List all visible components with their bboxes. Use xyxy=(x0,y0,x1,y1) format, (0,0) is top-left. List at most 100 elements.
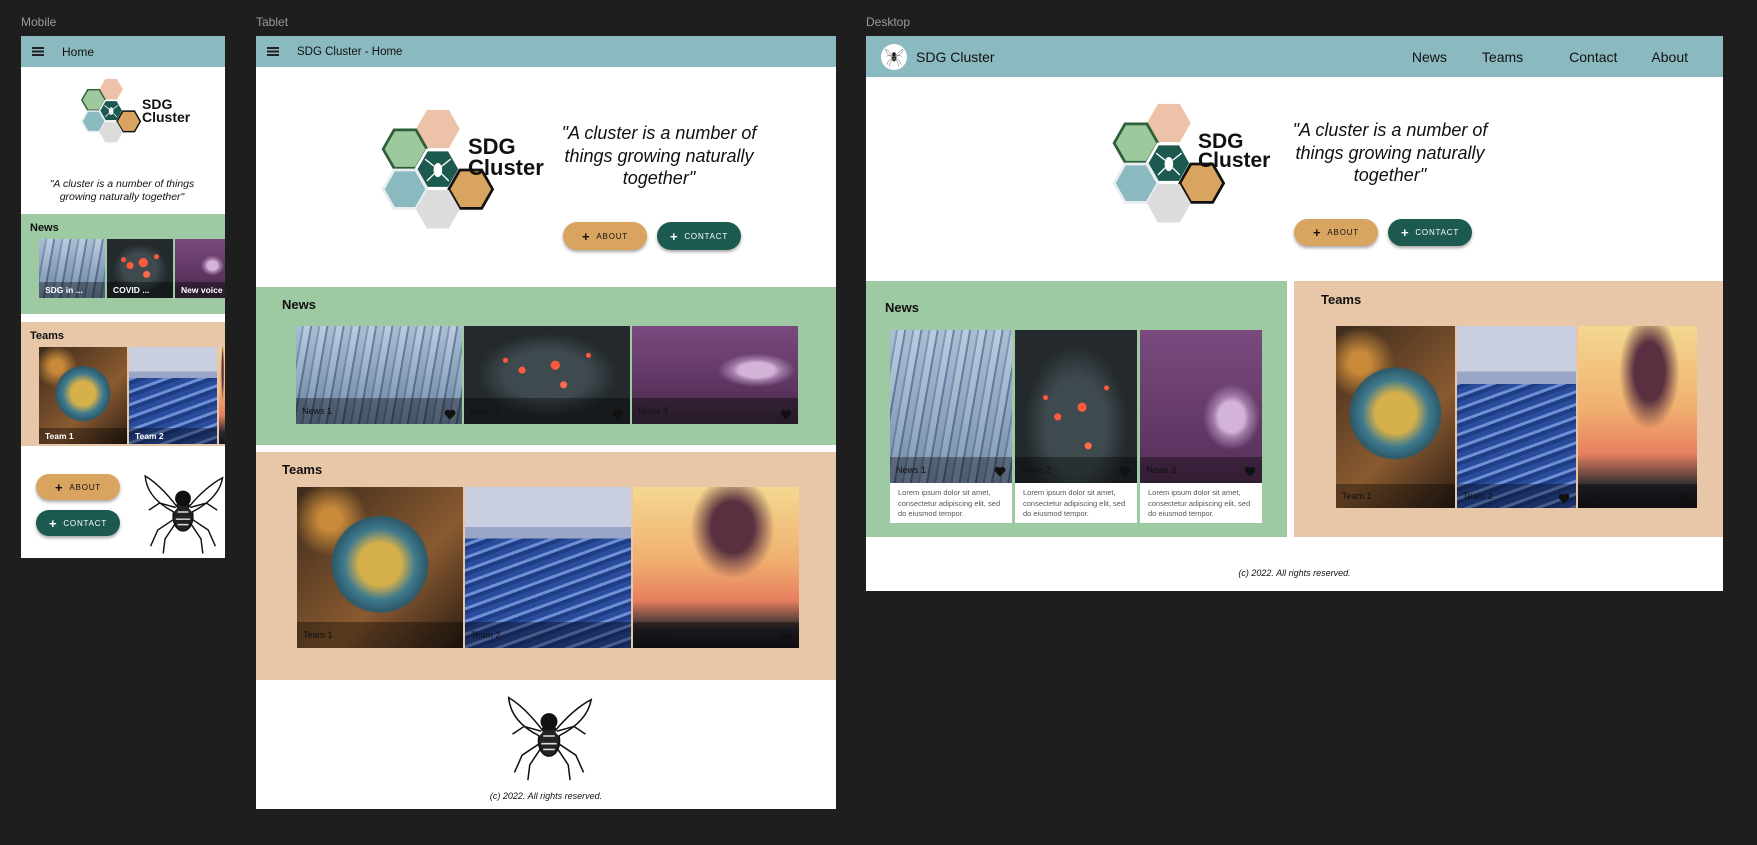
plus-icon: + xyxy=(582,228,591,244)
brand-logo-icon[interactable] xyxy=(881,43,907,70)
menu-icon[interactable] xyxy=(32,47,44,56)
tablet-topbar: SDG Cluster - Home xyxy=(256,36,836,67)
heart-icon[interactable] xyxy=(444,409,456,420)
tablet-teams-title: Teams xyxy=(282,462,323,477)
card-caption: Team 2 xyxy=(465,622,631,648)
heart-icon[interactable] xyxy=(781,633,793,644)
desktop-news-section: News News 1 Lorem ipsum dolor sit amet, … xyxy=(866,281,1287,537)
tablet-news-card-3[interactable]: News 3 xyxy=(632,326,798,424)
mobile-frame: Home SDG Cluster "A cluster is a number … xyxy=(21,36,225,558)
tablet-frame-label: Tablet xyxy=(256,15,289,29)
desktop-news-title: News xyxy=(885,300,919,315)
card-caption: News 1 xyxy=(296,398,462,424)
card-caption: Team 1 xyxy=(39,428,127,444)
logo-text: SDG Cluster xyxy=(142,97,191,125)
card-caption: News 2 xyxy=(464,398,630,424)
contact-label: Contact xyxy=(63,518,108,528)
desktop-news-card-1[interactable]: News 1 Lorem ipsum dolor sit amet, conse… xyxy=(890,330,1012,523)
tablet-title: SDG Cluster - Home xyxy=(297,45,403,58)
about-label: About xyxy=(596,231,628,241)
menu-icon[interactable] xyxy=(267,47,279,56)
heart-icon[interactable] xyxy=(1119,466,1131,477)
tablet-quote: "A cluster is a number of things growing… xyxy=(561,123,757,188)
card-description: Lorem ipsum dolor sit amet, consectetur … xyxy=(1140,483,1262,523)
logo-text: SDG Cluster xyxy=(1198,131,1270,171)
about-label: About xyxy=(69,482,101,492)
nav-teams[interactable]: Teams xyxy=(1482,49,1523,65)
fly-icon xyxy=(138,466,225,558)
tablet-contact-button[interactable]: + Contact xyxy=(657,222,741,250)
desktop-teams-section: Teams Team 1 Team 2 Team 3 xyxy=(1294,281,1723,537)
desktop-contact-button[interactable]: + Contact xyxy=(1388,219,1472,246)
card-caption: Team 3 xyxy=(633,622,799,648)
desktop-news-card-3[interactable]: News 3 Lorem ipsum dolor sit amet, conse… xyxy=(1140,330,1262,523)
desktop-team-card-1[interactable]: Team 1 xyxy=(1336,326,1455,508)
desktop-teams-title: Teams xyxy=(1321,292,1362,307)
nav-contact[interactable]: Contact xyxy=(1569,49,1617,65)
plus-icon: + xyxy=(48,515,58,531)
mobile-contact-button[interactable]: + Contact xyxy=(36,510,120,536)
plus-icon: + xyxy=(669,228,679,244)
desktop-topbar: SDG Cluster News Teams Contact About xyxy=(866,36,1723,77)
desktop-about-button[interactable]: + About xyxy=(1294,219,1378,246)
logo-line-1: SDG xyxy=(468,134,516,159)
tablet-news-card-2[interactable]: News 2 xyxy=(464,326,630,424)
mobile-team-card-3[interactable] xyxy=(219,347,225,444)
tablet-team-card-1[interactable]: Team 1 xyxy=(297,487,463,648)
plus-icon: + xyxy=(55,479,64,495)
tablet-about-button[interactable]: + About xyxy=(563,222,647,250)
desktop-news-card-2[interactable]: News 2 Lorem ipsum dolor sit amet, conse… xyxy=(1015,330,1137,523)
tablet-news-section: News News 1 News 2 News 3 xyxy=(256,287,836,445)
tablet-frame: SDG Cluster - Home SDG Cluster "A cluste… xyxy=(256,36,836,809)
desktop-quote: "A cluster is a number of things growing… xyxy=(1292,120,1488,185)
nav-news[interactable]: News xyxy=(1412,49,1447,65)
mobile-team-card-2[interactable]: Team 2 xyxy=(129,347,217,444)
logo-line-2: Cluster xyxy=(142,109,191,125)
mobile-news-section: News SDG in ... COVID ... New voice xyxy=(21,214,225,314)
desktop-team-card-3[interactable]: Team 3 xyxy=(1578,326,1697,508)
card-caption: SDG in ... xyxy=(39,282,105,298)
card-caption: News 3 xyxy=(632,398,798,424)
logo-text: SDG Cluster xyxy=(468,134,544,180)
mobile-news-card-3[interactable]: New voice xyxy=(175,239,225,298)
heart-icon[interactable] xyxy=(780,409,792,420)
card-caption: Team 1 xyxy=(297,622,463,648)
fly-icon xyxy=(501,688,597,784)
desktop-frame: SDG Cluster News Teams Contact About SDG… xyxy=(866,36,1723,591)
desktop-team-card-2[interactable]: Team 2 xyxy=(1457,326,1576,508)
card-caption: COVID ... xyxy=(107,282,173,298)
logo-icon xyxy=(374,108,520,254)
heart-icon[interactable] xyxy=(1679,493,1691,504)
card-caption: Team 1 xyxy=(1336,484,1455,508)
nav-about[interactable]: About xyxy=(1651,49,1688,65)
logo-line-2: Cluster xyxy=(468,155,544,180)
logo-icon xyxy=(1105,102,1251,248)
desktop-footer: (c) 2022. All rights reserved. xyxy=(1238,568,1351,578)
mobile-teams-section: Teams Team 1 Team 2 xyxy=(21,322,225,446)
tablet-team-card-2[interactable]: Team 2 xyxy=(465,487,631,648)
mobile-teams-title: Teams xyxy=(30,330,65,342)
mobile-news-title: News xyxy=(30,222,59,234)
mobile-title: Home xyxy=(62,44,95,59)
desktop-brand[interactable]: SDG Cluster xyxy=(916,49,995,65)
tablet-news-card-1[interactable]: News 1 xyxy=(296,326,462,424)
tablet-footer: (c) 2022. All rights reserved. xyxy=(489,791,603,801)
mobile-frame-label: Mobile xyxy=(21,15,57,29)
mobile-quote: "A cluster is a number of things growing… xyxy=(49,178,195,204)
plus-icon: + xyxy=(1313,225,1322,240)
mobile-news-card-1[interactable]: SDG in ... xyxy=(39,239,105,298)
card-description: Lorem ipsum dolor sit amet, consectetur … xyxy=(1015,483,1137,523)
mobile-about-button[interactable]: + About xyxy=(36,474,120,500)
contact-label: Contact xyxy=(1415,228,1460,237)
about-label: About xyxy=(1327,228,1359,237)
heart-icon[interactable] xyxy=(1244,466,1256,477)
mobile-news-card-2[interactable]: COVID ... xyxy=(107,239,173,298)
contact-label: Contact xyxy=(684,231,729,241)
desktop-frame-label: Desktop xyxy=(866,15,911,29)
heart-icon[interactable] xyxy=(994,466,1006,477)
heart-icon[interactable] xyxy=(1558,493,1570,504)
card-caption: Team 2 xyxy=(129,428,217,444)
mobile-team-card-1[interactable]: Team 1 xyxy=(39,347,127,444)
heart-icon[interactable] xyxy=(612,409,624,420)
tablet-team-card-3[interactable]: Team 3 xyxy=(633,487,799,648)
